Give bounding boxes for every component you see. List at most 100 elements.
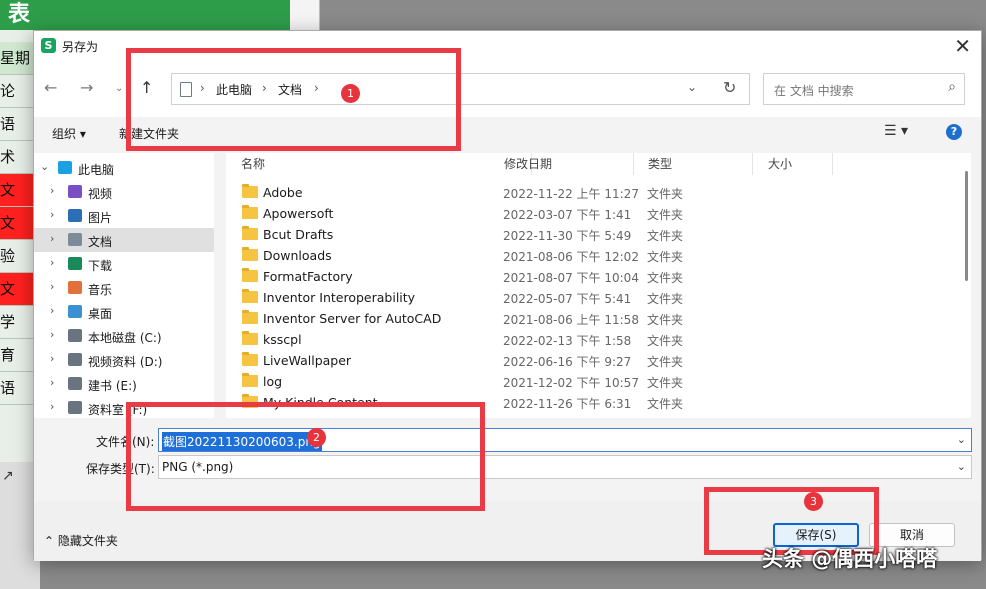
refresh-icon[interactable]: ↻: [723, 78, 736, 97]
drive-icon: [68, 353, 82, 366]
folder-icon: [242, 352, 258, 366]
file-type: 文件夹: [647, 271, 684, 285]
column-size[interactable]: 大小: [753, 153, 833, 175]
file-date: 2022-06-16 下午 9:27: [503, 355, 632, 369]
file-row[interactable]: FormatFactory 2021-08-07 下午 10:04 文件夹: [226, 266, 956, 287]
chevron-right-icon[interactable]: ›: [50, 352, 54, 365]
organize-button[interactable]: 组织 ▾: [52, 125, 86, 142]
video-icon: [68, 185, 82, 198]
help-icon[interactable]: ?: [946, 124, 962, 140]
chevron-right-icon[interactable]: ›: [50, 256, 54, 269]
file-name: Adobe: [263, 185, 303, 200]
chevron-right-icon[interactable]: ›: [50, 232, 54, 245]
column-type[interactable]: 类型: [633, 153, 753, 175]
back-arrow-icon[interactable]: ←: [44, 78, 57, 97]
chevron-right-icon[interactable]: ›: [50, 208, 54, 221]
file-date: 2022-11-22 上午 11:27: [503, 187, 639, 201]
tree-item[interactable]: › 视频: [34, 180, 214, 204]
folder-icon: [242, 373, 258, 387]
file-date: 2022-11-26 下午 6:31: [503, 397, 632, 411]
recent-locations-chevron-icon[interactable]: ⌄: [115, 83, 123, 94]
file-list-scrollbar[interactable]: [965, 171, 968, 281]
forward-arrow-icon[interactable]: →: [80, 78, 93, 97]
file-row[interactable]: Bcut Drafts 2022-11-30 下午 5:49 文件夹: [226, 224, 956, 245]
chevron-right-icon[interactable]: ›: [50, 304, 54, 317]
chevron-right-icon[interactable]: ›: [50, 280, 54, 293]
chevron-right-icon[interactable]: ›: [50, 400, 54, 413]
tree-item[interactable]: › 本地磁盘 (C:): [34, 324, 214, 348]
file-row[interactable]: Apowersoft 2022-03-07 下午 1:41 文件夹: [226, 203, 956, 224]
tree-item-label: 文档: [88, 235, 113, 249]
file-type: 文件夹: [647, 334, 684, 348]
column-name[interactable]: 名称: [226, 153, 532, 175]
drive-icon: [68, 329, 82, 342]
tree-item[interactable]: › 文档: [34, 228, 214, 252]
file-row[interactable]: LiveWallpaper 2022-06-16 下午 9:27 文件夹: [226, 350, 956, 371]
file-row[interactable]: log 2021-12-02 下午 10:57 文件夹: [226, 371, 956, 392]
tree-item[interactable]: › 视频资料 (D:): [34, 348, 214, 372]
file-list: 名称 修改日期 类型 大小 Adobe 2022-11-22 上午 11:27 文件…: [226, 153, 971, 418]
folder-icon: [242, 331, 258, 345]
annotation-number-2: 2: [307, 428, 326, 447]
file-name: LiveWallpaper: [263, 353, 352, 368]
hide-folders-toggle[interactable]: ⌃ 隐藏文件夹: [44, 532, 118, 549]
file-date: 2021-12-02 下午 10:57: [503, 376, 639, 390]
file-name: Downloads: [263, 248, 332, 263]
navigation-tree: ⌄ 此电脑 › 视频 › 图片 › 文档 › 下载 › 音乐 › 桌面 › 本地磁盘 (C:) › 视频资料 (D…: [34, 153, 214, 418]
wps-app-icon: S: [41, 38, 56, 53]
file-name: Inventor Interoperability: [263, 290, 416, 305]
file-name: Inventor Server for AutoCAD: [263, 311, 442, 326]
file-name: Apowersoft: [263, 206, 334, 221]
file-type: 文件夹: [647, 187, 684, 201]
filename-dropdown-chevron-icon[interactable]: ⌄: [957, 433, 966, 446]
annotation-box-address: [126, 48, 461, 151]
folder-icon: [242, 205, 258, 219]
background-arrow-icon: ↗: [2, 468, 14, 484]
file-type: 文件夹: [647, 376, 684, 390]
drive-icon: [68, 401, 82, 414]
download-icon: [68, 257, 82, 270]
background-sheet-title: 表: [0, 0, 290, 30]
annotation-number-3: 3: [804, 492, 823, 511]
annotation-box-filename: [126, 402, 485, 511]
file-type: 文件夹: [647, 292, 684, 306]
close-icon[interactable]: ✕: [954, 34, 971, 58]
column-date[interactable]: 修改日期: [489, 153, 634, 175]
chevron-right-icon[interactable]: ›: [50, 328, 54, 341]
folder-icon: [242, 184, 258, 198]
file-date: 2021-08-07 下午 10:04: [503, 271, 639, 285]
folder-icon: [242, 226, 258, 240]
file-row[interactable]: Adobe 2022-11-22 上午 11:27 文件夹: [226, 182, 956, 203]
search-input[interactable]: 在 文档 中搜索 ⌕: [763, 73, 965, 105]
file-row[interactable]: ksscpl 2022-02-13 下午 1:58 文件夹: [226, 329, 956, 350]
file-date: 2022-05-07 下午 5:41: [503, 292, 632, 306]
tree-item-label: 此电脑: [78, 163, 115, 177]
tree-item-label: 视频资料 (D:): [88, 355, 163, 369]
tree-item[interactable]: › 桌面: [34, 300, 214, 324]
background-sheet-corner: [290, 0, 320, 30]
tree-item[interactable]: › 图片: [34, 204, 214, 228]
tree-item-label: 桌面: [88, 307, 113, 321]
tree-item[interactable]: ⌄ 此电脑: [34, 156, 214, 180]
folder-icon: [242, 310, 258, 324]
chevron-up-icon: ⌃: [44, 534, 55, 548]
tree-item[interactable]: › 下载: [34, 252, 214, 276]
chevron-down-icon[interactable]: ⌄: [40, 160, 49, 173]
file-date: 2021-08-06 上午 11:58: [503, 313, 639, 327]
folder-icon: [242, 268, 258, 282]
chevron-right-icon[interactable]: ›: [50, 184, 54, 197]
tree-item[interactable]: › 音乐: [34, 276, 214, 300]
file-name: Bcut Drafts: [263, 227, 334, 242]
file-row[interactable]: Downloads 2021-08-06 下午 12:02 文件夹: [226, 245, 956, 266]
file-date: 2022-11-30 下午 5:49: [503, 229, 632, 243]
file-name: ksscpl: [263, 332, 302, 347]
chevron-right-icon[interactable]: ›: [50, 376, 54, 389]
address-dropdown-chevron-icon[interactable]: ⌄: [687, 80, 697, 94]
view-options-icon[interactable]: ☰ ▾: [884, 123, 908, 139]
file-date: 2021-08-06 下午 12:02: [503, 250, 639, 264]
tree-item-label: 视频: [88, 187, 113, 201]
file-row[interactable]: Inventor Server for AutoCAD 2021-08-06 上午…: [226, 308, 956, 329]
tree-item[interactable]: › 建书 (E:): [34, 372, 214, 396]
file-row[interactable]: Inventor Interoperability 2022-05-07 下午 5…: [226, 287, 956, 308]
filetype-dropdown-chevron-icon[interactable]: ⌄: [957, 460, 966, 473]
